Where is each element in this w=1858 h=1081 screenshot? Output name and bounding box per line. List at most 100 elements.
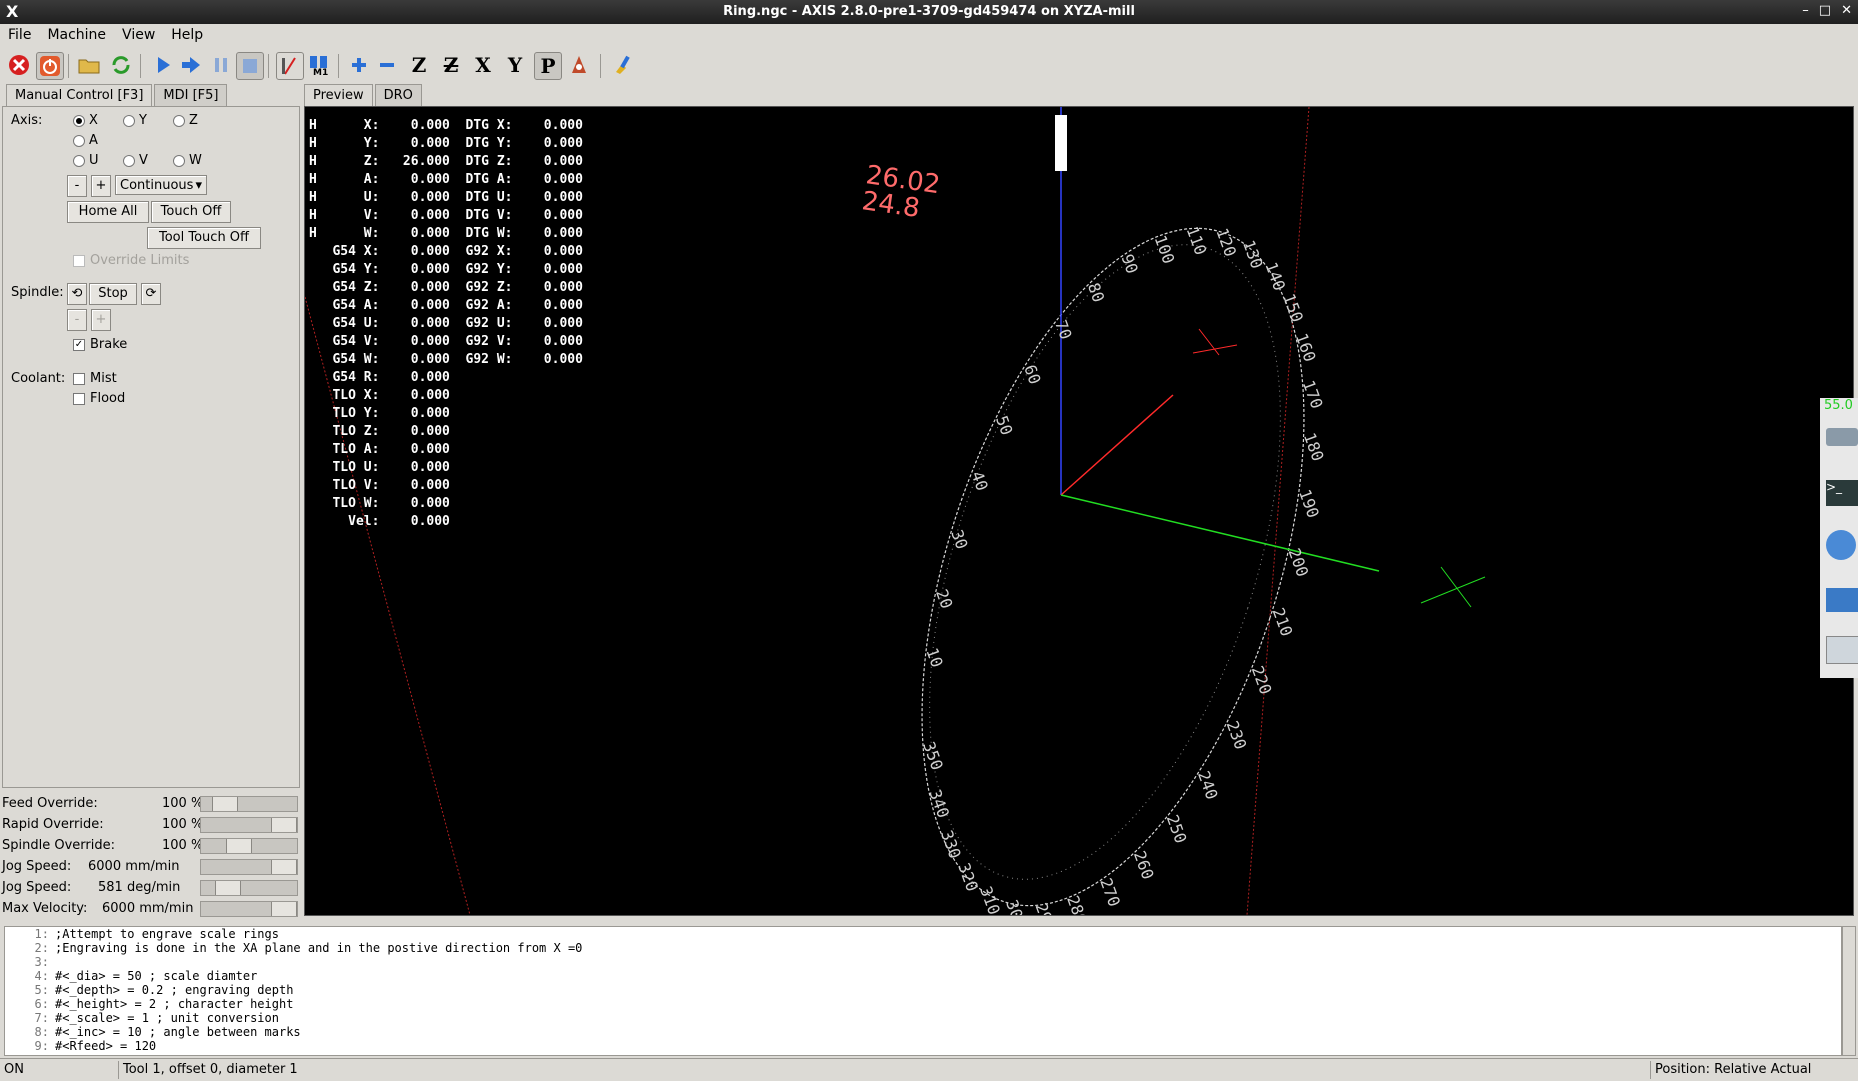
estop-icon[interactable] <box>6 52 32 78</box>
view-p-icon[interactable]: P <box>534 52 562 80</box>
open-file-icon[interactable] <box>76 52 102 78</box>
gcode-line[interactable]: 4: #<_dia> = 50 ; scale diamter <box>5 969 1841 983</box>
axis-radio-a[interactable]: A <box>73 133 98 148</box>
gcode-line[interactable]: 7: #<_scale> = 1 ; unit conversion <box>5 1011 1841 1025</box>
tab-preview[interactable]: Preview <box>304 84 373 106</box>
slider-track[interactable] <box>200 880 298 896</box>
tab-dro[interactable]: DRO <box>374 84 422 106</box>
line-text: #<Rfeed> = 120 <box>55 1039 157 1053</box>
slider-track[interactable] <box>200 817 298 833</box>
gcode-scrollbar[interactable] <box>1842 926 1856 1056</box>
jog-minus-button[interactable]: - <box>67 175 87 197</box>
slider-label: Rapid Override: <box>2 817 104 832</box>
ring-scale-label: 220 <box>1248 663 1276 697</box>
line-number: 3: <box>34 955 49 969</box>
slider-thumb[interactable] <box>212 797 238 811</box>
tab-manual-control[interactable]: Manual Control [F3] <box>6 84 153 106</box>
mist-checkbox[interactable]: Mist <box>73 371 117 386</box>
block-delete-icon[interactable] <box>276 52 304 80</box>
menu-machine[interactable]: Machine <box>39 24 114 43</box>
slider-thumb[interactable] <box>215 881 241 895</box>
slider-thumb[interactable] <box>271 860 297 874</box>
spindle-reverse-icon[interactable]: ⟲ <box>67 283 87 305</box>
maximize-button[interactable]: □ <box>1819 3 1831 18</box>
ring-scale-label: 340 <box>925 787 953 821</box>
dro-line: G54 Z: 0.000 G92 Z: 0.000 <box>309 280 583 295</box>
reload-icon[interactable] <box>108 52 134 78</box>
axis-radio-w[interactable]: W <box>173 153 202 168</box>
ring-scale-label: 320 <box>954 860 982 894</box>
gcode-listing[interactable]: 1: ;Attempt to engrave scale rings 2: ;Engr… <box>4 926 1842 1056</box>
slider-thumb[interactable] <box>271 902 297 916</box>
folder-icon[interactable] <box>1826 588 1858 612</box>
close-button[interactable]: ✕ <box>1841 3 1852 18</box>
jog-mode-select[interactable]: Continuous ▾ <box>115 175 207 195</box>
gcode-line[interactable]: 8: #<_inc> = 10 ; angle between marks <box>5 1025 1841 1039</box>
zoom-out-icon[interactable] <box>374 52 400 78</box>
gcode-line[interactable]: 2: ;Engraving is done in the XA plane and… <box>5 941 1841 955</box>
browser-icon[interactable] <box>1826 530 1856 560</box>
slider-track[interactable] <box>200 859 298 875</box>
slider-track[interactable] <box>200 838 298 854</box>
dro-line: G54 X: 0.000 G92 X: 0.000 <box>309 244 583 259</box>
gcode-line[interactable]: 9: #<Rfeed> = 120 <box>5 1039 1841 1053</box>
view-y-icon[interactable]: Y <box>502 52 528 78</box>
gcode-line[interactable]: 5: #<_depth> = 0.2 ; engraving depth <box>5 983 1841 997</box>
spindle-forward-icon[interactable]: ⟳ <box>141 283 161 305</box>
gcode-line[interactable]: 6: #<_height> = 2 ; character height <box>5 997 1841 1011</box>
slider-row: Max Velocity: 6000 mm/min <box>2 899 298 919</box>
override-limits-checkbox[interactable]: Override Limits <box>73 253 189 268</box>
zoom-in-icon[interactable] <box>346 52 372 78</box>
machine-state: ON <box>4 1062 24 1077</box>
terminal-icon[interactable]: >_ <box>1826 480 1858 506</box>
machine-power-icon[interactable] <box>36 52 64 80</box>
gcode-line[interactable]: 1: ;Attempt to engrave scale rings <box>5 927 1841 941</box>
rotate-icon[interactable] <box>566 52 592 78</box>
preview-canvas[interactable]: 10 20 30 40 50 60 70 80 90 100 110 120 130 140 150 160 1… <box>304 106 1854 916</box>
slider-thumb[interactable] <box>226 839 252 853</box>
optional-stop-icon[interactable]: M1 <box>306 52 332 78</box>
menu-help[interactable]: Help <box>163 24 211 43</box>
slider-track[interactable] <box>200 901 298 917</box>
disk-icon[interactable] <box>1826 428 1858 446</box>
camera-icon[interactable] <box>1826 636 1858 664</box>
axis-radio-u[interactable]: U <box>73 153 99 168</box>
stop-icon[interactable] <box>236 52 264 80</box>
pause-icon[interactable] <box>208 52 234 78</box>
dro-line: TLO A: 0.000 <box>309 442 450 457</box>
axis-radio-v[interactable]: V <box>123 153 148 168</box>
flood-checkbox[interactable]: Flood <box>73 391 125 406</box>
gcode-line[interactable]: 3: <box>5 955 1841 969</box>
spindle-slower-button[interactable]: - <box>67 309 87 331</box>
menu-file[interactable]: File <box>0 24 39 43</box>
axis-radio-z[interactable]: Z <box>173 113 198 128</box>
position-mode: Position: Relative Actual <box>1650 1061 1855 1079</box>
run-icon[interactable] <box>150 52 176 78</box>
ring-scale-label: 350 <box>919 739 947 773</box>
view-z-icon[interactable]: Z <box>406 52 432 78</box>
slider-row: Jog Speed: 6000 mm/min <box>2 857 298 877</box>
view-z2-icon[interactable]: Z <box>438 52 464 78</box>
menu-view[interactable]: View <box>114 24 163 43</box>
jog-plus-button[interactable]: + <box>91 175 111 197</box>
tab-mdi[interactable]: MDI [F5] <box>154 84 228 106</box>
spindle-stop-button[interactable]: Stop <box>89 283 137 305</box>
clear-backplot-icon[interactable] <box>610 52 636 78</box>
window-title: Ring.ngc - AXIS 2.8.0-pre1-3709-gd459474… <box>723 4 1135 19</box>
view-x-icon[interactable]: X <box>470 52 496 78</box>
axis-radio-y[interactable]: Y <box>123 113 147 128</box>
spindle-faster-button[interactable]: + <box>91 309 111 331</box>
axis-label: Axis: <box>11 113 43 128</box>
step-icon[interactable] <box>178 52 204 78</box>
ring-scale-label: 250 <box>1163 812 1191 846</box>
dro-line: H U: 0.000 DTG U: 0.000 <box>309 190 583 205</box>
brake-checkbox[interactable]: ✓ Brake <box>73 337 127 352</box>
touch-off-button[interactable]: Touch Off <box>151 201 231 223</box>
minimize-button[interactable]: – <box>1802 3 1809 18</box>
tool-touch-off-button[interactable]: Tool Touch Off <box>147 227 261 249</box>
slider-thumb[interactable] <box>271 818 297 832</box>
home-all-button[interactable]: Home All <box>67 201 149 223</box>
ring-scale-label: 210 <box>1269 605 1297 639</box>
slider-track[interactable] <box>200 796 298 812</box>
axis-radio-x[interactable]: X <box>73 113 98 128</box>
